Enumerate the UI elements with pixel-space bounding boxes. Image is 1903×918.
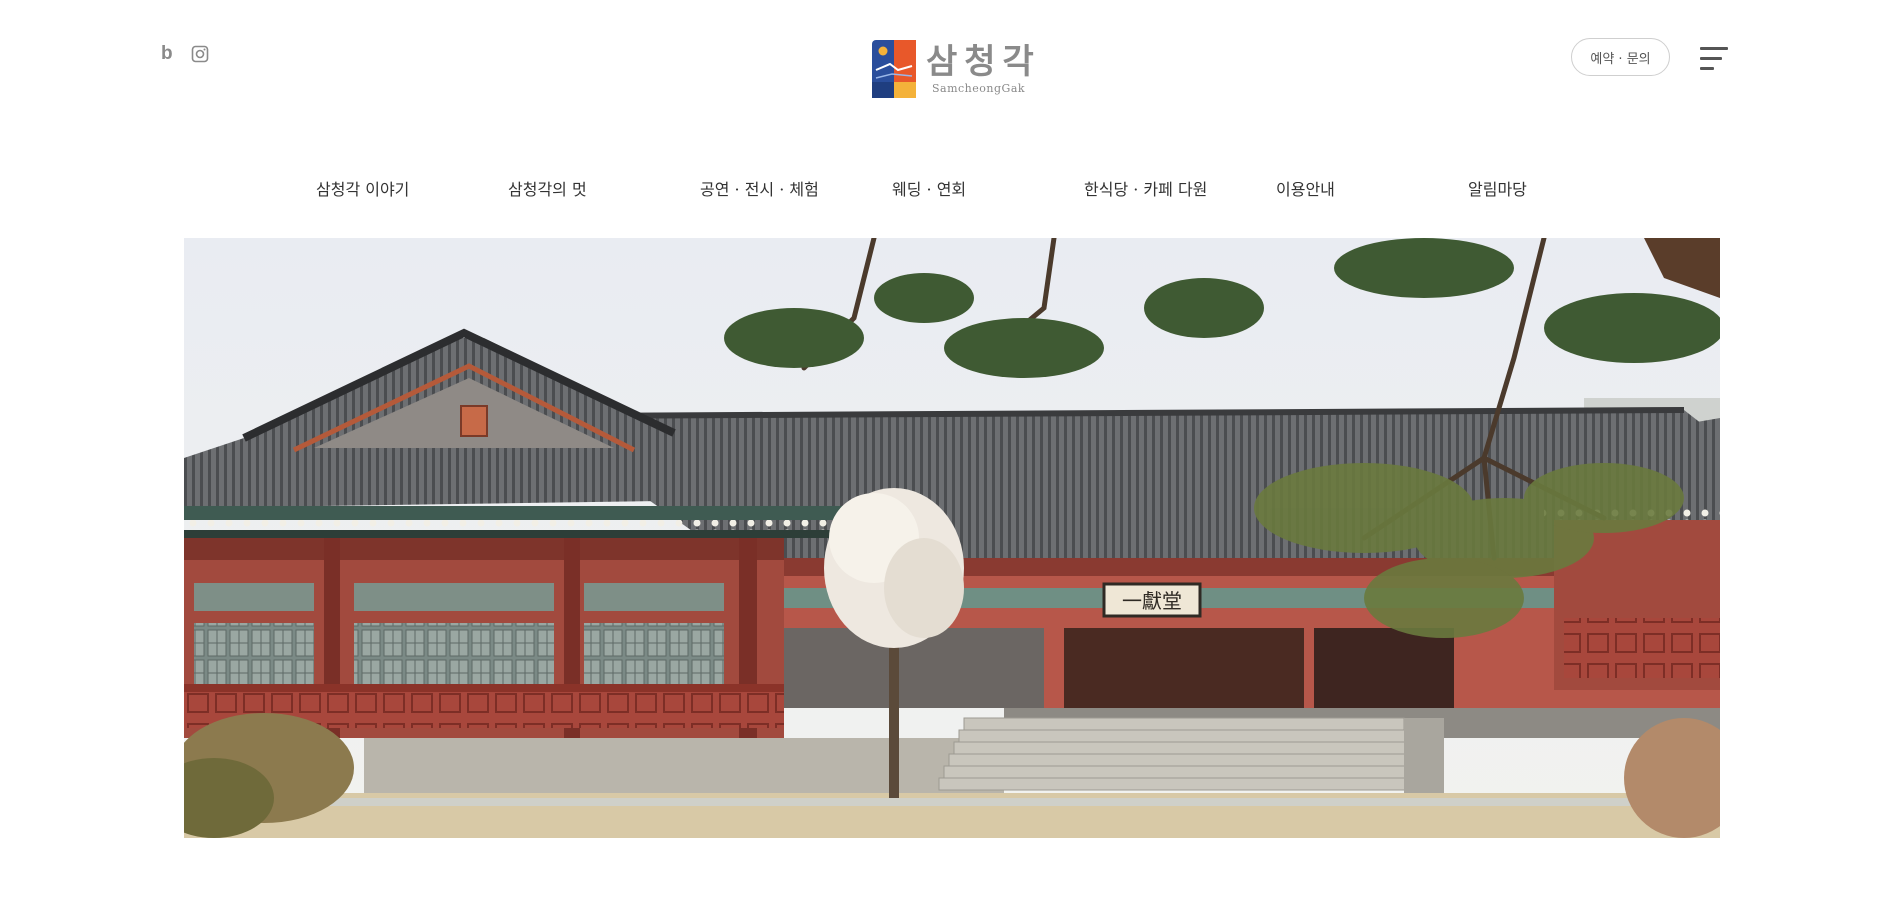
site-logo[interactable]: 삼청각 SamcheongGak [872,40,1041,98]
nav-item-notice[interactable]: 알림마당 [1468,176,1527,200]
menu-line [1700,57,1722,60]
nav-item-usage-guide[interactable]: 이용안내 [1276,176,1335,200]
main-nav: 삼청각 이야기 삼청각의 멋 공연 · 전시 · 체험 웨딩 · 연회 한식당 … [0,176,1903,200]
menu-line [1700,67,1714,70]
instagram-icon[interactable] [191,45,209,63]
social-links: b [161,44,209,63]
hero-image: 一獻堂 [184,238,1720,838]
signboard-text: 一獻堂 [1122,589,1182,613]
nav-item-restaurant-cafe[interactable]: 한식당 · 카페 다원 [1084,176,1207,200]
nav-item-wedding-banquet[interactable]: 웨딩 · 연회 [892,176,966,200]
logo-text: 삼청각 SamcheongGak [926,44,1041,95]
page: b 삼청각 SamcheongGak 예약 · 문의 삼청각 이야기 삼청각의 … [0,0,1903,918]
reservation-inquiry-button[interactable]: 예약 · 문의 [1571,38,1670,76]
logo-korean: 삼청각 [926,41,1041,82]
logo-mark-icon [872,40,916,98]
logo-english: SamcheongGak [932,81,1026,95]
nav-item-performance-exhibition[interactable]: 공연 · 전시 · 체험 [700,176,819,200]
hamburger-menu-icon[interactable] [1699,47,1729,71]
nav-item-samcheonggak-beauty[interactable]: 삼청각의 멋 [508,176,587,200]
blog-icon[interactable]: b [161,44,173,63]
hanok-building-illustration: 一獻堂 [184,238,1720,838]
nav-item-samcheonggak-story[interactable]: 삼청각 이야기 [316,176,409,200]
menu-line [1700,47,1728,50]
